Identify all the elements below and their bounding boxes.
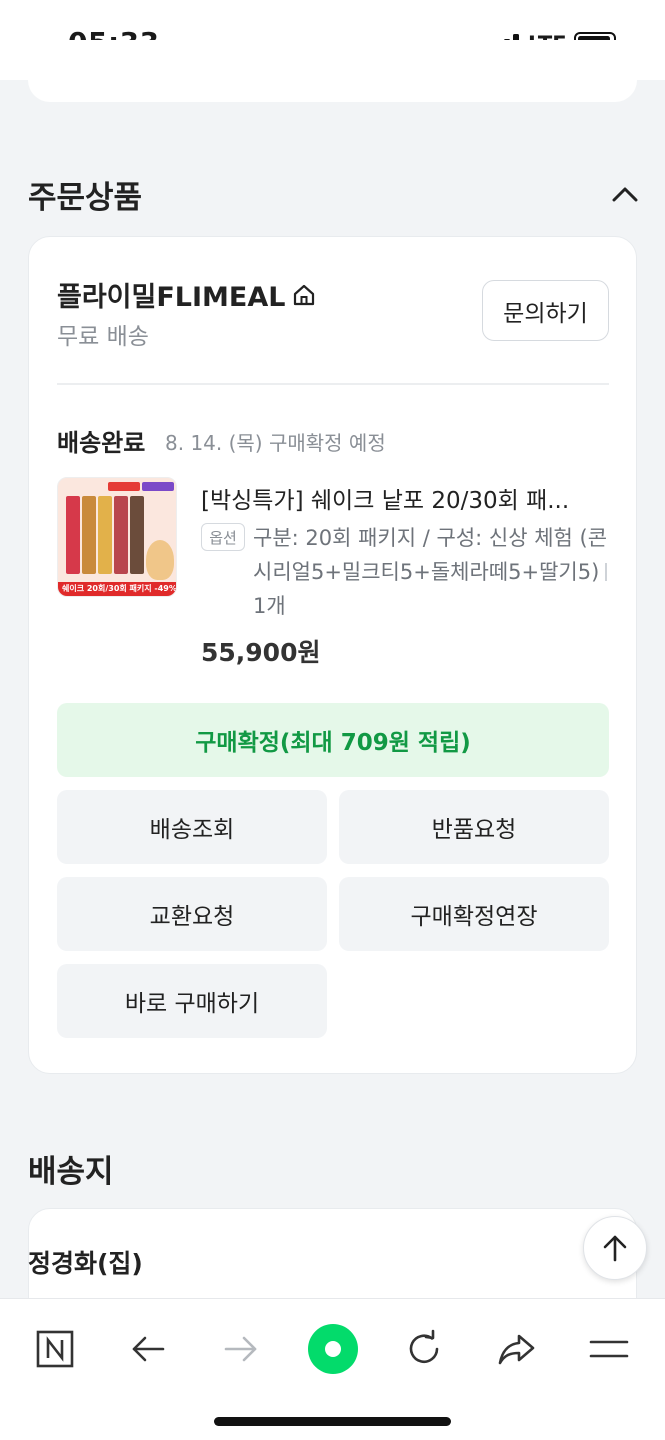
seller-name[interactable]: 플라이밀FLIMEAL xyxy=(57,275,317,314)
thumb-tag xyxy=(108,482,140,491)
product-title[interactable]: [박싱특가] 쉐이크 낱포 20/30회 패... xyxy=(201,481,611,515)
extend-confirmation-button[interactable]: 구매확정연장 xyxy=(339,877,609,951)
address-title: 배송지 xyxy=(28,1154,114,1190)
forward-arrow-icon[interactable] xyxy=(211,1319,271,1379)
option-badge: 옵션 xyxy=(201,523,245,551)
confirm-date-note: 8. 14. (목) 구매확정 예정 xyxy=(165,431,386,455)
delivery-status: 배송완료 xyxy=(57,429,146,457)
thumb-character xyxy=(146,540,174,580)
inquiry-button[interactable]: 문의하기 xyxy=(482,280,609,341)
green-dot-icon[interactable] xyxy=(303,1319,363,1379)
order-card: 플라이밀FLIMEAL 무료 배송 문의하기 배송완료 8. 14. (목) 구… xyxy=(28,236,637,1074)
thumb-pouch xyxy=(114,496,128,574)
thumb-tag xyxy=(142,482,174,491)
quantity: 1개 xyxy=(253,594,286,618)
arrow-up-icon xyxy=(603,1235,627,1262)
seller-name-label: 플라이밀FLIMEAL xyxy=(57,282,286,313)
naver-n-icon[interactable] xyxy=(25,1319,85,1379)
share-icon[interactable] xyxy=(487,1319,547,1379)
buy-again-button[interactable]: 바로 구매하기 xyxy=(57,964,327,1038)
shipping-fee: 무료 배송 xyxy=(57,324,149,350)
refresh-icon[interactable] xyxy=(394,1319,454,1379)
home-indicator[interactable] xyxy=(214,1417,451,1426)
scroll-to-top-button[interactable] xyxy=(583,1216,647,1280)
order-items-title: 주문상품 xyxy=(28,180,143,216)
qty-separator xyxy=(605,563,607,581)
product-thumbnail[interactable]: 쉐이크 20회/30회 패키지 -49% 할인 xyxy=(57,477,177,597)
thumb-pouch xyxy=(98,496,112,574)
option-text: 구분: 20회 패키지 / 구성: 신상 체험 (콘시리얼5+밀크티5+돌체라떼… xyxy=(253,521,613,623)
recipient-name: 정경화(집) xyxy=(28,1249,143,1278)
previous-card xyxy=(28,40,637,102)
confirm-purchase-button[interactable]: 구매확정(최대 709원 적립) xyxy=(57,703,609,777)
menu-icon[interactable] xyxy=(579,1319,639,1379)
chevron-up-icon[interactable] xyxy=(611,184,639,204)
thumb-pouch xyxy=(82,496,96,574)
home-icon xyxy=(294,284,315,305)
thumb-pouch xyxy=(66,496,80,574)
divider xyxy=(57,383,609,385)
thumb-caption: 쉐이크 20회/30회 패키지 -49% 할인 xyxy=(62,584,177,593)
option-detail: 구분: 20회 패키지 / 구성: 신상 체험 (콘시리얼5+밀크티5+돌체라떼… xyxy=(253,526,608,584)
return-request-button[interactable]: 반품요청 xyxy=(339,790,609,864)
thumb-caption-band: 쉐이크 20회/30회 패키지 -49% 할인 xyxy=(58,582,176,596)
back-arrow-icon[interactable] xyxy=(118,1319,178,1379)
browser-toolbar xyxy=(0,1298,665,1440)
track-delivery-button[interactable]: 배송조회 xyxy=(57,790,327,864)
thumb-pouch xyxy=(130,496,144,574)
product-price: 55,900원 xyxy=(201,638,321,667)
exchange-request-button[interactable]: 교환요청 xyxy=(57,877,327,951)
